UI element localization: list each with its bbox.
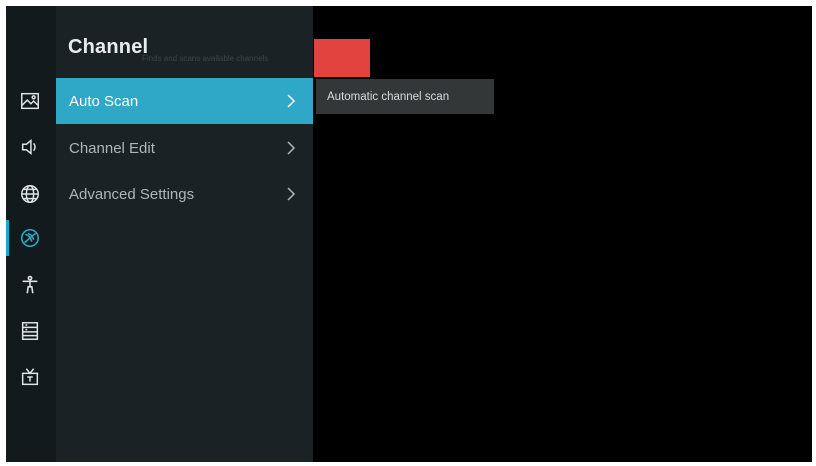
chevron-right-icon [287, 94, 296, 108]
menu-title: Channel [68, 36, 149, 58]
network-icon[interactable] [15, 179, 45, 209]
menu-item-label: Auto Scan [69, 92, 139, 110]
tv-icon[interactable] [15, 362, 45, 392]
active-category-indicator [6, 220, 9, 256]
channel-icon[interactable] [15, 223, 45, 253]
tv-screen: Channel Finds and scans available channe… [6, 6, 812, 462]
system-icon[interactable] [15, 316, 45, 346]
red-highlight-block [314, 39, 370, 77]
chevron-right-icon [287, 141, 296, 155]
description-tooltip: Automatic channel scan [316, 79, 494, 114]
accessibility-icon[interactable] [15, 270, 45, 300]
picture-icon[interactable] [15, 86, 45, 116]
menu-description-faded: Finds and scans available channels [142, 54, 269, 63]
sound-icon[interactable] [15, 132, 45, 162]
chevron-right-icon [287, 187, 296, 201]
menu-item-label: Channel Edit [69, 139, 155, 157]
menu-item-auto-scan[interactable]: Auto Scan [56, 78, 313, 124]
settings-icon-rail [6, 6, 56, 462]
tooltip-text: Automatic channel scan [327, 90, 450, 103]
menu-item-channel-edit[interactable]: Channel Edit [56, 125, 313, 171]
menu-item-label: Advanced Settings [69, 185, 195, 203]
menu-item-advanced-settings[interactable]: Advanced Settings [56, 171, 313, 217]
channel-menu-panel: Channel Finds and scans available channe… [56, 6, 313, 462]
